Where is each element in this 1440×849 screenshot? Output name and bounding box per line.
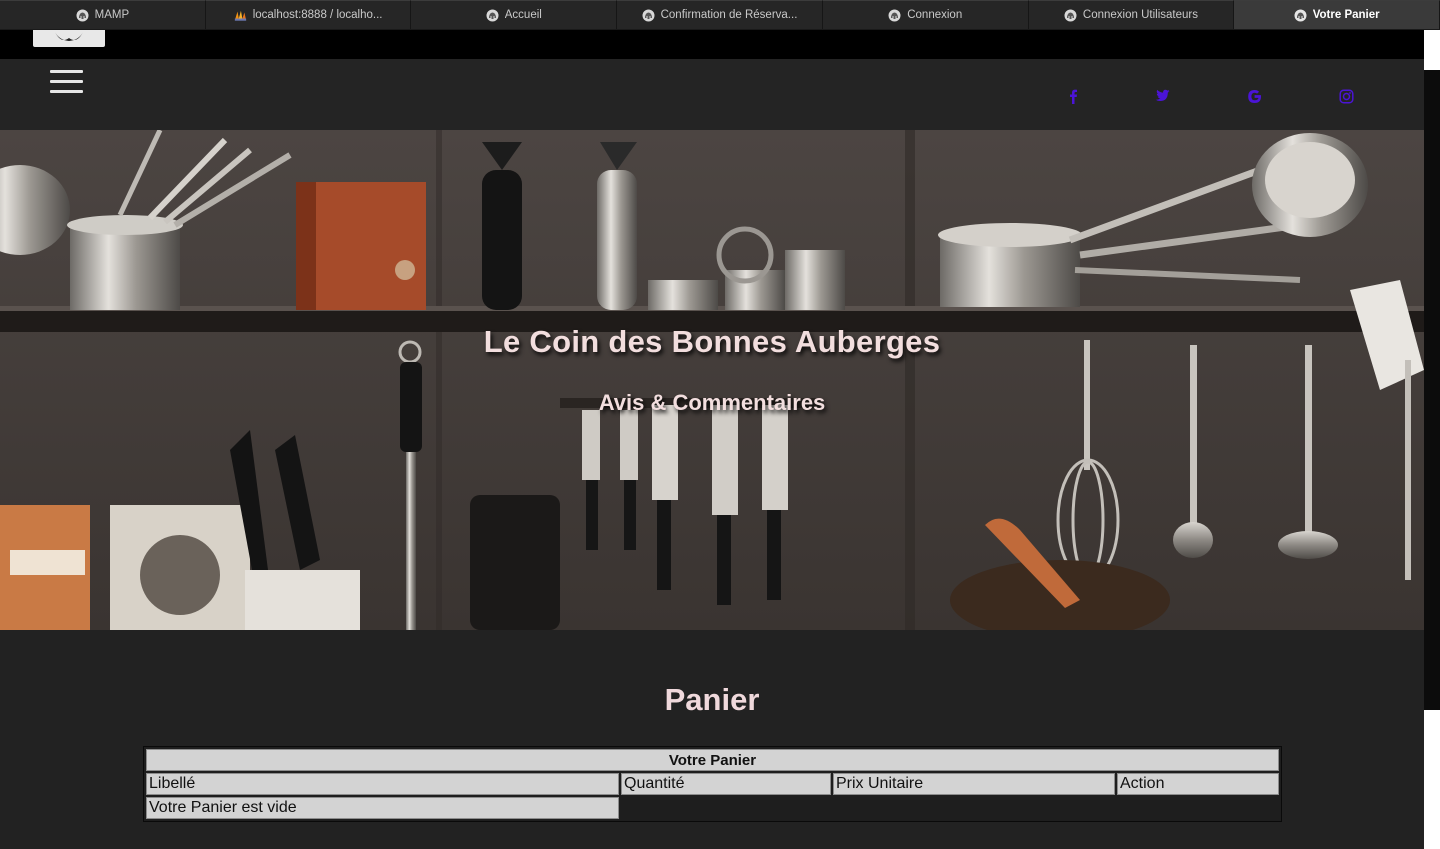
empty-cart-message: Votre Panier est vide [146,797,619,819]
instagram-icon[interactable] [1336,87,1356,105]
table-caption-row: Votre Panier [146,749,1279,771]
mamp-elephant-icon [1294,9,1307,22]
browser-tab-connexion[interactable]: Connexion [822,0,1029,29]
kitchen-utensils-image [0,130,1424,630]
column-header-quantite: Quantité [621,773,831,795]
column-header-libelle: Libellé [146,773,619,795]
browser-tab-connexion-utilisateurs[interactable]: Connexion Utilisateurs [1028,0,1235,29]
tab-label: localhost:8888 / localho... [252,9,383,21]
browser-tab-accueil[interactable]: Accueil [411,0,618,29]
tab-label: Connexion Utilisateurs [1082,9,1198,21]
tab-label: Connexion [907,9,963,21]
facebook-icon[interactable] [1063,87,1083,105]
tab-label: MAMP [94,9,130,21]
empty-cell [1117,797,1279,819]
browser-tab-mamp[interactable]: MAMP [0,0,206,29]
mamp-elephant-icon [642,9,655,22]
google-icon[interactable] [1244,87,1264,105]
empty-cell [833,797,1115,819]
table-row: Votre Panier est vide [146,797,1279,819]
top-strip [0,30,1424,59]
phpmyadmin-icon [234,9,247,22]
column-header-prix-unitaire: Prix Unitaire [833,773,1115,795]
scroll-shade [1424,70,1440,710]
browser-tab-bar: MAMP localhost:8888 / localho... Accueil… [0,0,1440,30]
table-caption: Votre Panier [146,749,1279,771]
mamp-elephant-icon [486,9,499,22]
cart-table: Votre Panier Libellé Quantité Prix Unita… [143,746,1282,822]
empty-cell [621,797,831,819]
hero-banner: Le Coin des Bonnes Auberges Avis & Comme… [0,130,1424,630]
window-edge [1424,30,1440,849]
twitter-icon[interactable] [1152,87,1172,105]
mamp-elephant-icon [888,9,901,22]
page-title: Panier [664,682,760,717]
hero-title: Le Coin des Bonnes Auberges [483,324,941,359]
tab-label: Confirmation de Réserva... [660,9,798,21]
hamburger-menu-icon[interactable] [50,70,84,94]
site-logo[interactable] [33,30,105,47]
column-header-action: Action [1117,773,1279,795]
site-navbar [0,59,1424,130]
browser-tab-votre-panier[interactable]: Votre Panier [1234,0,1440,29]
mamp-elephant-icon [76,9,89,22]
browser-tab-confirmation[interactable]: Confirmation de Réserva... [617,0,823,29]
mamp-elephant-icon [1064,9,1077,22]
table-header-row: Libellé Quantité Prix Unitaire Action [146,773,1279,795]
browser-tab-phpmyadmin[interactable]: localhost:8888 / localho... [205,0,412,29]
page-viewport: Le Coin des Bonnes Auberges Avis & Comme… [0,30,1424,849]
tab-label: Accueil [504,9,542,21]
tab-label: Votre Panier [1312,9,1380,21]
hero-subtitle: Avis & Commentaires [598,390,826,415]
